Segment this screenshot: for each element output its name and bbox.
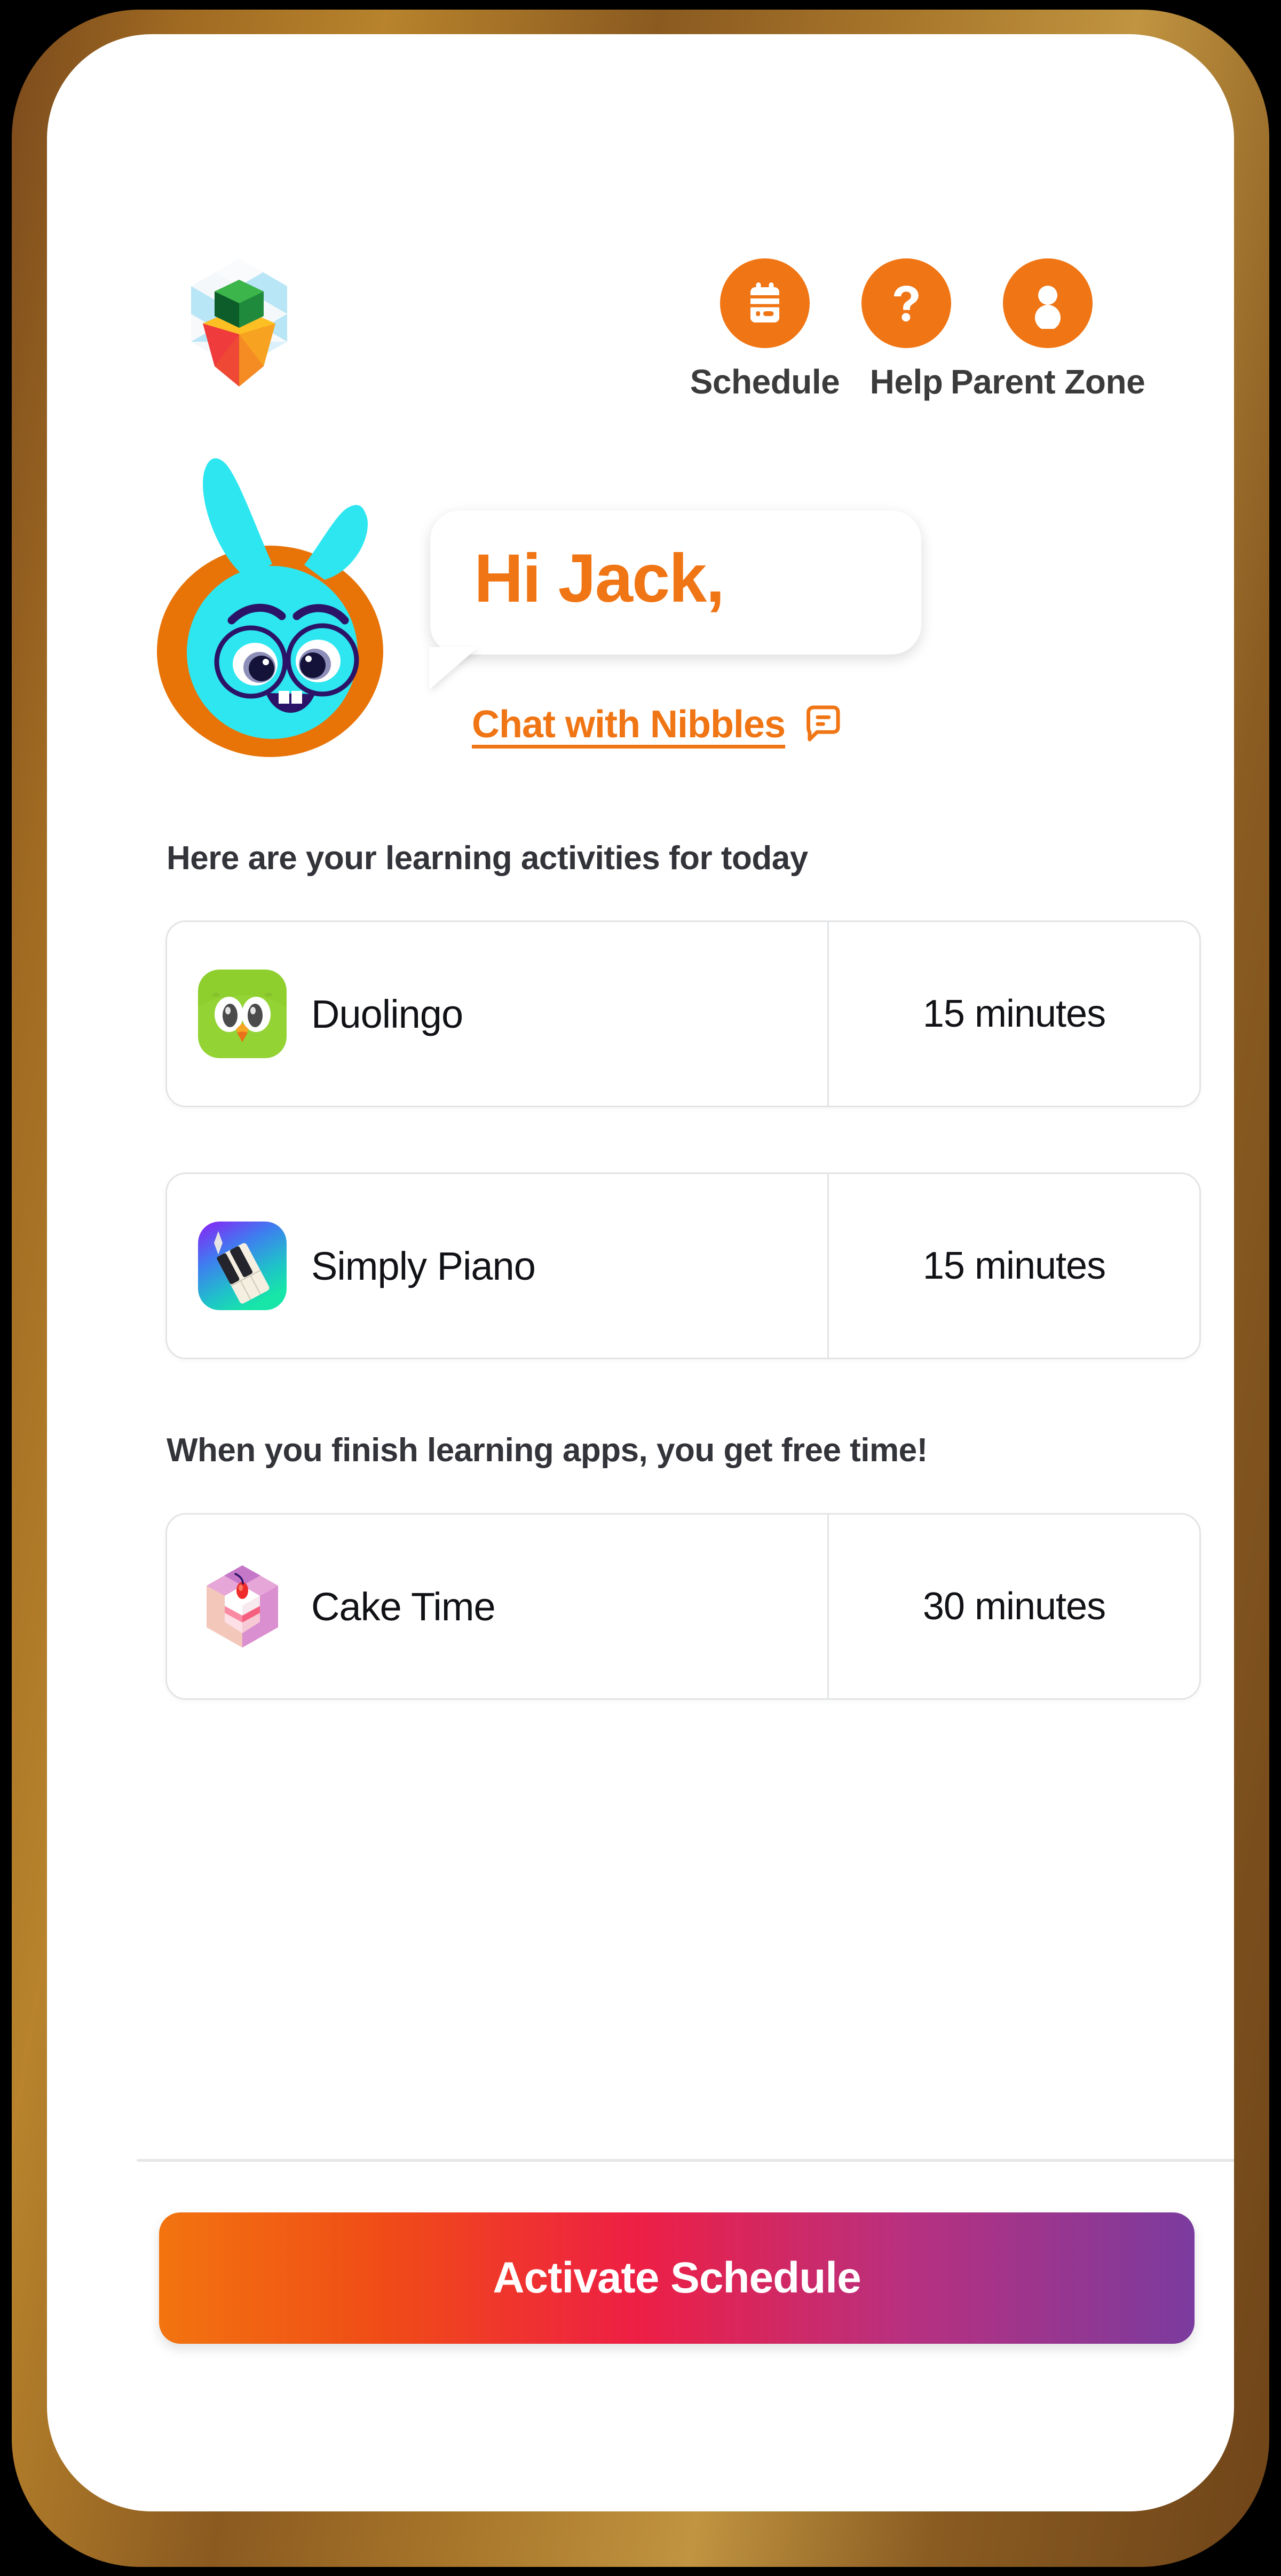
nav-item-help[interactable]: Help <box>853 258 960 401</box>
learning-activities-heading: Here are your learning activities for to… <box>167 840 808 877</box>
cake-slice-icon <box>198 1562 287 1651</box>
activity-card-duolingo[interactable]: Duolingo 15 minutes <box>165 920 1201 1107</box>
activity-duration: 15 minutes <box>922 1244 1106 1287</box>
footer-divider <box>137 2159 1234 2162</box>
activity-name: Cake Time <box>311 1584 496 1629</box>
nav-label-parent-zone: Parent Zone <box>950 363 1145 401</box>
brand-logo-icon[interactable] <box>171 253 307 390</box>
greeting-speech-bubble: Hi Jack, <box>430 510 921 655</box>
nav-item-parent-zone[interactable]: Parent Zone <box>951 258 1145 401</box>
activity-duration: 30 minutes <box>922 1585 1106 1628</box>
free-time-heading: When you finish learning apps, you get f… <box>167 1432 928 1469</box>
greeting-text: Hi Jack, <box>474 540 725 617</box>
phone-screen: Schedule Help Parent Zone Hi Jack, Chat … <box>47 34 1234 2511</box>
activity-card-right: 15 minutes <box>829 1174 1199 1358</box>
activity-card-right: 30 minutes <box>829 1515 1199 1698</box>
simply-piano-icon <box>198 1222 287 1310</box>
activity-card-cake-time[interactable]: Cake Time 30 minutes <box>165 1513 1201 1700</box>
activity-card-left: Simply Piano <box>167 1174 829 1358</box>
nav-label-help: Help <box>869 363 943 401</box>
activity-name: Simply Piano <box>311 1243 536 1288</box>
header-nav: Schedule Help Parent Zone <box>677 258 1232 435</box>
question-mark-icon <box>861 258 951 348</box>
calendar-icon <box>720 258 810 348</box>
activity-card-simply-piano[interactable]: Simply Piano 15 minutes <box>165 1172 1201 1359</box>
activity-card-left: Cake Time <box>167 1515 829 1698</box>
app-header: Schedule Help Parent Zone <box>47 34 1234 401</box>
activate-schedule-button[interactable]: Activate Schedule <box>159 2212 1195 2344</box>
nav-item-schedule[interactable]: Schedule <box>677 258 853 401</box>
activity-card-right: 15 minutes <box>829 922 1199 1106</box>
person-icon <box>1003 258 1093 348</box>
activity-duration: 15 minutes <box>922 992 1106 1035</box>
duolingo-owl-icon <box>198 970 287 1058</box>
chat-link-label: Chat with Nibbles <box>472 703 786 746</box>
chat-bubble-icon <box>802 704 842 746</box>
chat-with-nibbles-link[interactable]: Chat with Nibbles <box>472 703 842 746</box>
nibbles-bunny-avatar[interactable] <box>148 444 399 765</box>
nav-label-schedule: Schedule <box>690 363 840 401</box>
phone-frame: Schedule Help Parent Zone Hi Jack, Chat … <box>12 10 1269 2567</box>
activity-card-left: Duolingo <box>167 922 829 1106</box>
activity-name: Duolingo <box>311 991 463 1036</box>
